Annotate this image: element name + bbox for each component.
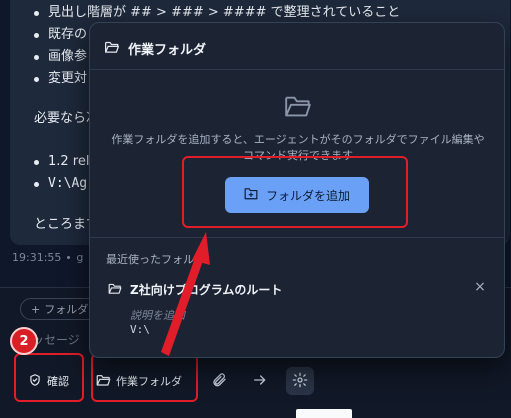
folder-open-icon xyxy=(96,373,111,390)
folder-plus-icon xyxy=(244,187,258,203)
recent-folders-title: 最近使ったフォルダ xyxy=(106,253,205,266)
close-icon: × xyxy=(474,279,486,295)
folder-open-icon xyxy=(283,93,313,123)
folder-open-icon xyxy=(108,282,122,298)
folder-chip-label: フォルダ xyxy=(44,303,89,316)
bullet-list: 1.2 rel V:\Ag xyxy=(30,151,89,195)
folder-open-icon xyxy=(104,40,120,58)
paperclip-icon xyxy=(211,372,227,391)
divider xyxy=(90,237,504,238)
add-folder-chip[interactable]: + フォルダ xyxy=(20,298,100,320)
separator-dot xyxy=(67,256,71,259)
attach-button[interactable] xyxy=(205,367,233,395)
confirm-label: 確認 xyxy=(47,375,69,388)
shield-check-icon xyxy=(28,373,42,390)
recent-folder-item[interactable]: Z社向けプログラムのルート 説明を追加 V:\ × xyxy=(90,275,504,341)
list-item: V:\Ag xyxy=(30,173,89,195)
add-folder-button[interactable]: フォルダを追加 xyxy=(225,177,369,213)
work-folder-popover: 作業フォルダ 作業フォルダを追加すると、エージェントがそのフォルダでファイル編集… xyxy=(89,22,505,358)
add-folder-label: フォルダを追加 xyxy=(265,188,350,203)
timestamp: 19:31:55 xyxy=(12,251,62,264)
send-button[interactable] xyxy=(246,367,274,395)
empty-state-text: 作業フォルダを追加すると、エージェントがそのフォルダでファイル編集やコマンド実行… xyxy=(111,133,485,162)
popover-title: 作業フォルダ xyxy=(128,43,207,58)
annotation-badge: 2 xyxy=(10,327,38,355)
recent-folder-path: V:\ xyxy=(130,323,150,336)
recent-folder-label: Z社向けプログラムのルート xyxy=(130,283,283,297)
list-item: 見出し階層が ## > ### > #### で整理されていること xyxy=(30,2,400,24)
popover-header: 作業フォルダ xyxy=(104,39,206,58)
arrow-right-icon xyxy=(252,372,268,391)
recent-folder-name: Z社向けプログラムのルート xyxy=(108,281,282,298)
settings-button[interactable] xyxy=(286,367,314,395)
meta-extra: g xyxy=(76,251,84,264)
gear-icon xyxy=(292,372,308,391)
work-folder-label: 作業フォルダ xyxy=(116,375,182,388)
remove-recent-button[interactable]: × xyxy=(472,279,488,295)
work-folder-button[interactable]: 作業フォルダ xyxy=(96,370,182,392)
tooltip xyxy=(296,409,352,418)
plus-icon: + xyxy=(31,302,41,316)
divider xyxy=(90,69,504,70)
add-description-link[interactable]: 説明を追加 xyxy=(130,307,185,323)
message-meta: 19:31:55 g xyxy=(12,251,83,264)
list-item: 1.2 rel xyxy=(30,151,89,173)
confirm-button[interactable]: 確認 xyxy=(24,370,73,392)
